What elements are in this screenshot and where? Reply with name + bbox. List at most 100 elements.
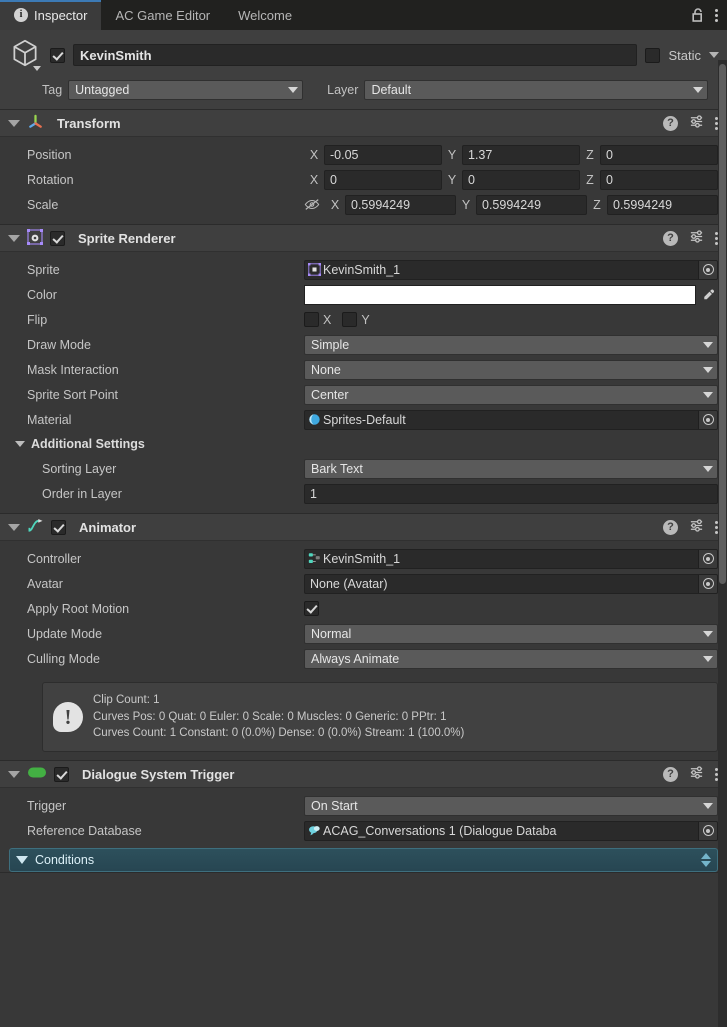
mask-interaction-value: None: [311, 362, 341, 377]
axis-x-label: X: [330, 197, 340, 212]
static-dropdown-icon[interactable]: [709, 52, 719, 58]
help-icon[interactable]: ?: [663, 115, 678, 131]
info-line-3: Curves Count: 1 Constant: 0 (0.0%) Dense…: [93, 727, 465, 740]
material-label: Material: [27, 412, 72, 427]
layer-dropdown[interactable]: Default: [364, 80, 708, 100]
additional-settings-label: Additional Settings: [31, 437, 145, 451]
position-x-input[interactable]: -0.05: [324, 144, 442, 165]
kebab-menu-icon[interactable]: [715, 8, 718, 22]
gameobject-cube-icon[interactable]: [8, 37, 42, 73]
axis-x-label: X: [309, 172, 319, 187]
preset-settings-icon[interactable]: [689, 229, 704, 247]
apply-root-motion-checkbox[interactable]: [304, 601, 319, 616]
preset-settings-icon[interactable]: [689, 765, 704, 783]
update-mode-label: Update Mode: [27, 626, 103, 641]
dialogue-system-trigger-header[interactable]: Dialogue System Trigger ?: [0, 761, 727, 789]
animator-header[interactable]: Animator ?: [0, 514, 727, 541]
foldout-arrow-icon[interactable]: [8, 523, 20, 531]
additional-settings-foldout[interactable]: Additional Settings: [9, 432, 718, 456]
chevron-down-icon: [703, 655, 713, 662]
avatar-object-picker-button[interactable]: [698, 574, 717, 593]
gameobject-name-input[interactable]: KevinSmith: [73, 44, 638, 66]
constrain-proportions-off-icon[interactable]: [304, 198, 320, 211]
position-y-input[interactable]: 1.37: [462, 144, 580, 165]
foldout-arrow-icon[interactable]: [8, 234, 20, 242]
info-icon: i: [14, 8, 28, 22]
conditions-reorder-arrows-icon[interactable]: [701, 853, 711, 868]
tab-ac-game-editor[interactable]: AC Game Editor: [101, 0, 224, 30]
sprite-sort-point-dropdown[interactable]: Center: [304, 384, 718, 405]
position-z-input[interactable]: 0: [600, 144, 718, 165]
material-object-picker-button[interactable]: [698, 410, 717, 429]
mask-interaction-dropdown[interactable]: None: [304, 359, 718, 380]
flip-x-label: X: [323, 312, 332, 327]
sprite-renderer-header[interactable]: Sprite Renderer ?: [0, 225, 727, 252]
foldout-arrow-icon[interactable]: [8, 770, 20, 778]
avatar-object-field[interactable]: None (Avatar): [304, 573, 718, 594]
sorting-layer-dropdown[interactable]: Bark Text: [304, 458, 718, 479]
rotation-x-input[interactable]: 0: [324, 169, 442, 190]
chevron-down-icon: [703, 391, 713, 398]
reference-database-value: ACAG_Conversations 1 (Dialogue Databa: [323, 823, 557, 838]
eyedropper-icon[interactable]: [700, 288, 718, 302]
static-checkbox[interactable]: [645, 47, 661, 63]
scale-y-input[interactable]: 0.5994249: [476, 194, 587, 215]
tag-dropdown[interactable]: Untagged: [68, 80, 304, 100]
sprite-renderer-enabled-checkbox[interactable]: [50, 230, 65, 246]
axis-z-label: Z: [593, 197, 601, 212]
controller-object-picker-button[interactable]: [698, 549, 717, 568]
material-object-field[interactable]: Sprites-Default: [304, 409, 718, 430]
chevron-down-icon: [693, 87, 703, 93]
rotation-z-input[interactable]: 0: [600, 169, 718, 190]
update-mode-dropdown[interactable]: Normal: [304, 623, 718, 644]
tab-bar-spacer: [306, 0, 691, 30]
help-icon[interactable]: ?: [663, 230, 678, 246]
gameobject-enabled-checkbox[interactable]: [50, 47, 65, 63]
dialogue-system-trigger-enabled-checkbox[interactable]: [54, 766, 69, 782]
scale-x-input[interactable]: 0.5994249: [345, 194, 456, 215]
flip-x-checkbox[interactable]: [304, 312, 319, 327]
color-swatch[interactable]: [304, 284, 696, 305]
transform-header[interactable]: Transform ?: [0, 110, 727, 137]
row-controller: Controller KevinSmith_1: [9, 546, 718, 571]
apply-root-motion-field-wrap: [304, 601, 718, 616]
rotation-y-input[interactable]: 0: [462, 169, 580, 190]
conditions-foldout-bar[interactable]: Conditions: [9, 848, 718, 873]
help-icon[interactable]: ?: [663, 766, 678, 782]
order-in-layer-input[interactable]: 1: [304, 483, 718, 504]
row-culling-mode: Culling Mode Always Animate: [9, 646, 718, 671]
inspector-scrollbar-thumb[interactable]: [719, 64, 726, 584]
update-mode-value: Normal: [311, 626, 352, 641]
lock-open-icon[interactable]: [691, 7, 705, 23]
scale-z-input[interactable]: 0.5994249: [607, 194, 718, 215]
reference-database-object-picker-button[interactable]: [698, 821, 717, 840]
sprite-sort-point-value: Center: [311, 387, 349, 402]
reference-database-object-field[interactable]: ACAG_Conversations 1 (Dialogue Databa: [304, 820, 718, 841]
help-icon[interactable]: ?: [663, 519, 678, 535]
preset-settings-icon[interactable]: [689, 518, 704, 536]
foldout-arrow-icon[interactable]: [8, 119, 20, 127]
transform-axis-icon: [27, 113, 44, 133]
chevron-down-icon: [703, 802, 713, 809]
culling-mode-dropdown[interactable]: Always Animate: [304, 648, 718, 669]
flip-y-checkbox[interactable]: [342, 312, 358, 327]
draw-mode-dropdown[interactable]: Simple: [304, 334, 718, 355]
animator-enabled-checkbox[interactable]: [51, 519, 66, 535]
tab-inspector[interactable]: i Inspector: [0, 0, 102, 30]
component-dialogue-system-trigger: Dialogue System Trigger ? Trigger On Sta…: [0, 761, 727, 874]
trigger-field-wrap: On Start: [304, 795, 718, 816]
inspector-scrollbar[interactable]: [718, 60, 727, 1027]
axis-y-label: Y: [447, 147, 457, 162]
component-transform: Transform ? Position X -0.05 Y 1.37 Z 0: [0, 110, 727, 225]
controller-object-field[interactable]: KevinSmith_1: [304, 548, 718, 569]
mask-interaction-field-wrap: None: [304, 359, 718, 380]
scale-label: Scale: [27, 197, 59, 212]
preset-settings-icon[interactable]: [689, 114, 704, 132]
sprite-object-picker-button[interactable]: [698, 260, 717, 279]
foldout-arrow-icon[interactable]: [16, 856, 28, 865]
tab-welcome[interactable]: Welcome: [224, 0, 306, 30]
sprite-object-field[interactable]: KevinSmith_1: [304, 259, 718, 280]
reference-database-field-wrap: ACAG_Conversations 1 (Dialogue Databa: [304, 820, 718, 841]
trigger-dropdown[interactable]: On Start: [304, 795, 718, 816]
animator-controller-icon: [305, 552, 321, 565]
